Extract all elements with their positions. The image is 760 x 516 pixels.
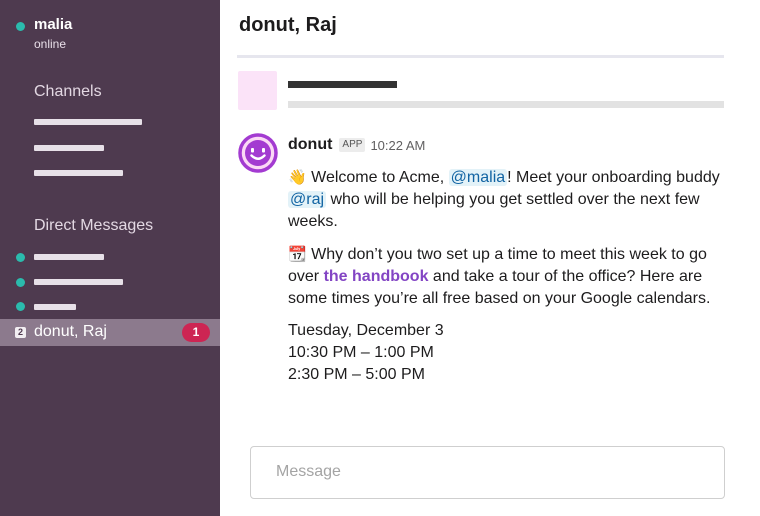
message-paragraph-meeting: 📆 Why don’t you two set up a time to mee…: [288, 243, 732, 310]
presence-online-icon: [16, 253, 25, 262]
message-header: donut APP 10:22 AM: [288, 136, 425, 154]
message-text: ! Meet your onboarding buddy: [507, 169, 720, 186]
sidebar-dm-label: donut, Raj: [34, 323, 107, 340]
sidebar: malia online Channels Direct Messages 2 …: [0, 0, 220, 516]
availability-slot: 10:30 PM – 1:00 PM: [288, 344, 434, 361]
header-divider: [237, 55, 724, 58]
unread-badge: 1: [182, 323, 210, 342]
member-count-icon: 2: [15, 327, 26, 338]
placeholder-text-line: [288, 101, 724, 108]
message-timestamp[interactable]: 10:22 AM: [370, 138, 425, 153]
sidebar-dm-item[interactable]: [34, 254, 104, 260]
sidebar-channel-item[interactable]: [34, 145, 104, 151]
message-paragraph-welcome: 👋 Welcome to Acme, @malia! Meet your onb…: [288, 166, 732, 233]
sidebar-channel-item[interactable]: [34, 170, 123, 176]
current-user-status: online: [34, 37, 67, 51]
conversation-title[interactable]: donut, Raj: [239, 14, 337, 37]
donut-bot-avatar-icon[interactable]: [238, 133, 278, 173]
waving-hand-icon: 👋: [288, 168, 307, 186]
message-input-placeholder: Message: [276, 463, 341, 480]
availability-date: Tuesday, December 3: [288, 322, 444, 339]
channels-section-title[interactable]: Channels: [34, 83, 102, 101]
sidebar-channel-item[interactable]: [34, 119, 142, 125]
availability-block: Tuesday, December 3 10:30 PM – 1:00 PM 2…: [288, 320, 732, 386]
sidebar-dm-item[interactable]: [34, 304, 76, 310]
availability-slot: 2:30 PM – 5:00 PM: [288, 366, 425, 383]
placeholder-avatar: [238, 71, 277, 110]
direct-messages-section-title[interactable]: Direct Messages: [34, 217, 153, 235]
mention-malia[interactable]: @malia: [448, 169, 508, 186]
message-text: Welcome to Acme,: [306, 169, 449, 186]
message-body: 👋 Welcome to Acme, @malia! Meet your onb…: [288, 166, 732, 386]
message-input[interactable]: Message: [250, 446, 725, 499]
message-sender[interactable]: donut: [288, 136, 332, 154]
mention-raj[interactable]: @raj: [288, 191, 327, 208]
placeholder-text-line: [288, 81, 397, 88]
app-badge: APP: [339, 138, 366, 152]
handbook-link[interactable]: the handbook: [324, 268, 429, 285]
current-user-name[interactable]: malia: [34, 16, 72, 33]
app-window: malia online Channels Direct Messages 2 …: [0, 0, 760, 516]
message-text: who will be helping you get settled over…: [288, 191, 700, 230]
presence-online-icon: [16, 278, 25, 287]
presence-online-icon: [16, 302, 25, 311]
calendar-icon: 📆: [288, 245, 307, 263]
conversation-pane: donut, Raj donut APP 10:22 AM 👋 Welcome …: [220, 0, 760, 516]
sidebar-dm-item[interactable]: [34, 279, 123, 285]
presence-online-icon: [16, 22, 25, 31]
sidebar-dm-item-donut-raj[interactable]: 2 donut, Raj 1: [0, 319, 220, 346]
